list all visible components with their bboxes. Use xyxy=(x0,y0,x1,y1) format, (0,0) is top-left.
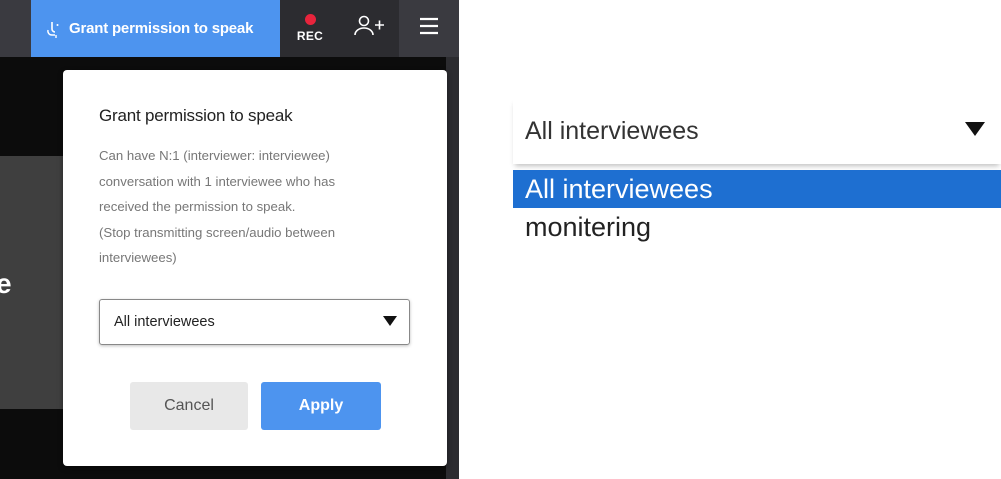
record-label: REC xyxy=(296,29,324,43)
description-line: Can have N:1 (interviewer: interviewee) xyxy=(99,148,330,163)
interviewee-select-value: All interviewees xyxy=(114,314,215,330)
toolbar-left-segment xyxy=(0,0,31,57)
app-window: Grant permission to speak REC e Grant pe… xyxy=(0,0,459,479)
grant-permission-button[interactable]: Grant permission to speak xyxy=(31,0,280,57)
description-line: received the permission to speak. xyxy=(99,199,296,215)
add-user-button[interactable] xyxy=(340,0,398,57)
cancel-button[interactable]: Cancel xyxy=(130,382,248,430)
dialog-title: Grant permission to speak xyxy=(99,106,293,125)
background-partial-text: e xyxy=(0,268,12,299)
caret-down-icon xyxy=(383,316,397,326)
side-strip xyxy=(446,57,459,479)
dropdown-options-list: All interviewees monitering xyxy=(513,170,1001,246)
grant-permission-label: Grant permission to speak xyxy=(69,20,254,37)
interviewee-select[interactable]: All interviewees xyxy=(99,299,410,345)
apply-button[interactable]: Apply xyxy=(261,382,381,430)
add-user-icon xyxy=(353,14,385,43)
caret-down-icon xyxy=(965,122,985,136)
menu-button[interactable] xyxy=(399,0,459,57)
dialog-description: Can have N:1 (interviewer: interviewee) … xyxy=(99,143,409,271)
description-line: interviewees) xyxy=(99,250,177,266)
grant-permission-dialog: Grant permission to speak Can have N:1 (… xyxy=(63,70,447,466)
record-dot-icon xyxy=(304,14,316,25)
description-line: (Stop transmitting screen/audio between xyxy=(99,224,336,240)
record-button[interactable]: REC xyxy=(282,0,338,57)
description-line: conversation with 1 interviewee who has xyxy=(99,173,336,189)
zoomed-dropdown: All interviewees All interviewees monite… xyxy=(513,98,1001,258)
zoomed-select-value: All interviewees xyxy=(525,116,699,145)
option-monitering[interactable]: monitering xyxy=(513,208,1001,246)
hamburger-menu-icon xyxy=(419,17,439,40)
microphone-icon xyxy=(43,19,63,39)
top-toolbar: Grant permission to speak REC xyxy=(0,0,459,57)
option-all-interviewees[interactable]: All interviewees xyxy=(513,170,1001,208)
zoomed-select[interactable]: All interviewees xyxy=(513,98,1001,164)
